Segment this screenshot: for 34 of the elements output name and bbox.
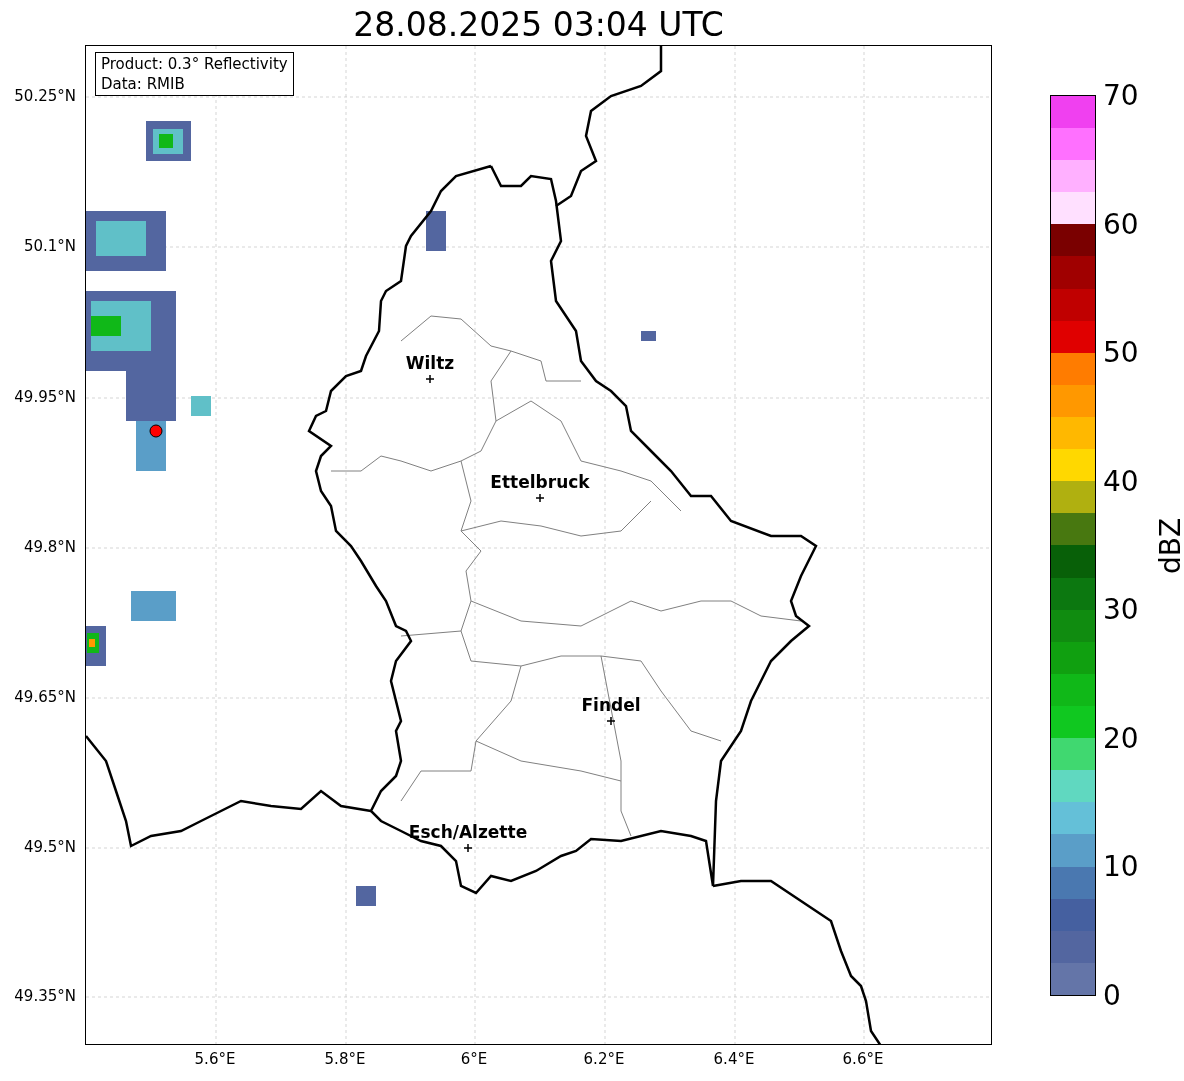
colorbar-tick-label: 20: [1103, 722, 1139, 755]
colorbar-tick-label: 10: [1103, 851, 1139, 884]
colorbar-tick-label: 50: [1103, 337, 1139, 370]
colorbar-tick-label: 60: [1103, 208, 1139, 241]
colorbar-label: dBZ: [1155, 517, 1184, 575]
colorbar-tick-label: 0: [1103, 980, 1121, 1012]
axis-tick-label: 49.35°N: [14, 987, 76, 1005]
city-label: Wiltz: [405, 353, 455, 373]
axis-tick-label: 49.65°N: [14, 688, 76, 706]
axis-tick-label: 50.1°N: [23, 237, 76, 255]
axis-tick-label: 6.2°E: [583, 1050, 625, 1068]
axis-tick-label: 49.8°N: [23, 538, 76, 556]
radar-site-marker: [149, 424, 163, 438]
axis-tick-label: 50.25°N: [14, 87, 76, 105]
axis-tick-label: 6.6°E: [842, 1050, 884, 1068]
city-marker-icon: [607, 717, 615, 725]
axis-tick-label: 5.6°E: [194, 1050, 236, 1068]
legend-text: Product: 0.3° Reflectivity: [101, 54, 288, 74]
colorbar-tick-label: 40: [1103, 465, 1139, 498]
chart-title: 28.08.2025 03:04 UTC: [352, 4, 725, 46]
city-label: Esch/Alzette: [408, 822, 528, 842]
city-marker-icon: [426, 375, 434, 383]
axis-tick-label: 5.8°E: [324, 1050, 366, 1068]
colorbar-tick-label: 70: [1103, 80, 1139, 112]
city-label: Ettelbruck: [490, 472, 590, 492]
axis-tick-label: 49.95°N: [14, 388, 76, 406]
city-marker-icon: [464, 844, 472, 852]
axis-tick-label: 49.5°N: [23, 838, 76, 856]
axis-tick-label: 6.4°E: [713, 1050, 755, 1068]
legend-text: Data: RMIB: [101, 74, 186, 94]
city-label: Findel: [581, 695, 641, 715]
colorbar-tick-label: 30: [1103, 594, 1139, 627]
axis-tick-label: 6°E: [460, 1050, 488, 1068]
city-marker-icon: [536, 494, 544, 502]
